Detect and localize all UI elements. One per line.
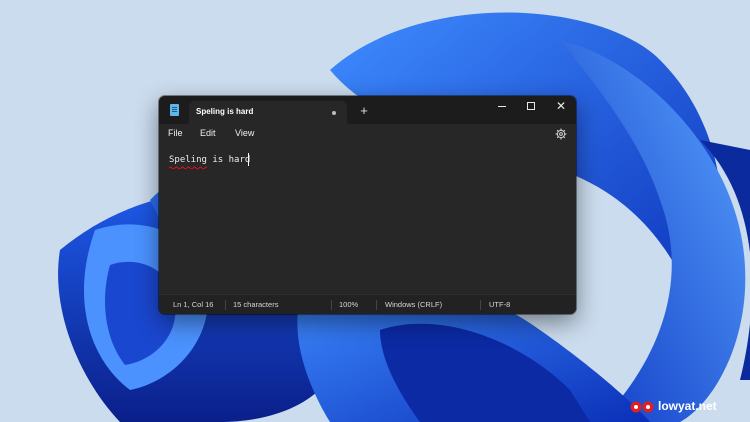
spellcheck-underline [169,166,207,169]
maximize-button[interactable] [516,96,546,118]
close-icon: ✕ [555,99,567,113]
menu-file[interactable]: File [168,128,183,138]
watermark-text: lowyat.net [658,399,717,413]
encoding[interactable]: UTF-8 [489,300,510,309]
minimize-button[interactable] [487,96,517,118]
editor-content[interactable]: Speling is hard [169,155,250,165]
watermark-logo-icon [630,401,654,413]
settings-gear-icon[interactable] [555,128,567,140]
maximize-icon [527,102,535,110]
tab-title: Speling is hard [196,107,254,116]
status-divider [376,300,377,310]
text-caret [248,153,249,166]
cursor-position: Ln 1, Col 16 [173,300,214,309]
character-count: 15 characters [233,300,279,309]
text-editor[interactable]: Speling is hard [159,144,576,294]
line-endings[interactable]: Windows (CRLF) [385,300,442,309]
minimize-icon [498,106,506,107]
zoom-level[interactable]: 100% [339,300,358,309]
notepad-icon [170,104,179,116]
close-button[interactable]: ✕ [546,96,576,118]
title-bar[interactable]: Speling is hard + ✕ [159,96,576,124]
status-bar: Ln 1, Col 16 15 characters 100% Windows … [159,294,576,314]
new-tab-icon[interactable]: + [357,104,371,118]
notepad-window: Speling is hard + ✕ File Edit View Speli… [159,96,576,314]
menu-bar: File Edit View [159,124,576,144]
status-divider [225,300,226,310]
unsaved-dot-icon[interactable] [332,111,336,115]
menu-edit[interactable]: Edit [200,128,216,138]
status-divider [331,300,332,310]
tab-speling-is-hard[interactable]: Speling is hard [189,101,347,124]
status-divider [480,300,481,310]
menu-view[interactable]: View [235,128,254,138]
